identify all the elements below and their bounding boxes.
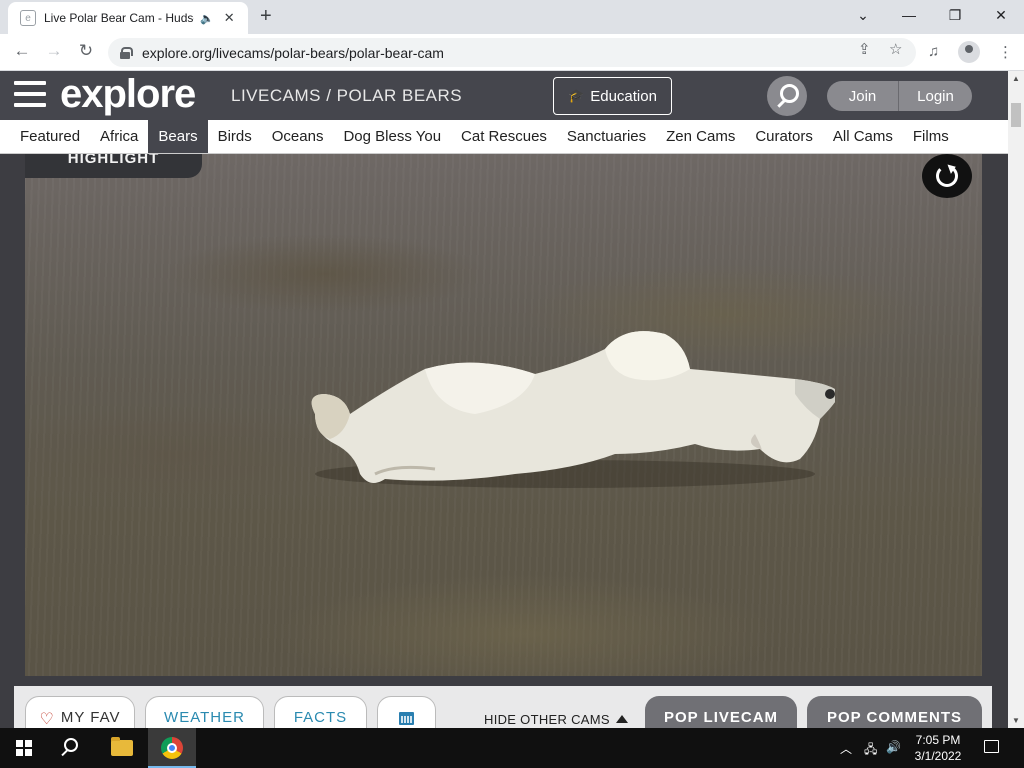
education-button[interactable]: 🎓 Education [553,77,672,115]
category-all-cams[interactable]: All Cams [823,120,903,153]
category-birds[interactable]: Birds [208,120,262,153]
back-icon[interactable]: ← [10,41,34,61]
volume-icon[interactable]: 🔊 [886,740,901,754]
lock-icon[interactable] [120,46,133,59]
star-icon[interactable]: ☆ [889,40,902,58]
explore-logo[interactable]: explore [60,72,196,117]
calendar-button[interactable] [377,696,436,728]
media-icon[interactable]: ♫ [928,43,939,60]
browser-tab[interactable]: e Live Polar Bear Cam - Hudso 🔈 ✕ [8,2,248,34]
web-page: explore LIVECAMS / POLAR BEARS 🎓 Educati… [0,71,1008,728]
category-zen-cams[interactable]: Zen Cams [656,120,745,153]
chrome-icon [161,737,183,759]
profile-icon[interactable] [958,41,980,63]
search-icon[interactable] [767,76,807,116]
site-header: explore LIVECAMS / POLAR BEARS 🎓 Educati… [0,71,1008,120]
taskbar-chrome-button[interactable] [148,728,196,768]
weather-button[interactable]: WEATHER [145,696,264,728]
new-tab-button[interactable]: + [260,6,272,26]
folder-icon[interactable] [111,737,133,756]
graduation-cap-icon: 🎓 [568,88,585,103]
tray-chevron-icon[interactable]: ︿ [840,740,852,757]
category-cat-rescues[interactable]: Cat Rescues [451,120,557,153]
pop-comments-button[interactable]: POP COMMENTS [807,696,982,728]
restore-icon[interactable]: ❐ [932,4,978,26]
tab-title: Live Polar Bear Cam - Hudso [44,11,194,25]
category-curators[interactable]: Curators [745,120,823,153]
triangle-up-icon [615,715,628,723]
menu-icon[interactable]: ⋮ [998,43,1013,61]
url-text[interactable]: explore.org/livecams/polar-bears/polar-b… [142,45,444,61]
category-sanctuaries[interactable]: Sanctuaries [557,120,656,153]
clock-time: 7:05 PM [915,733,961,747]
network-icon[interactable]: 🖧 [864,740,877,761]
scroll-up-icon[interactable]: ▲ [1008,74,1024,83]
my-fav-button[interactable]: ♡ MY FAV [25,696,135,728]
education-label: Education [590,87,657,105]
join-button[interactable]: Join [827,81,899,111]
scroll-thumb[interactable] [1011,103,1021,127]
my-fav-label: MY FAV [60,709,121,726]
browser-tab-strip: e Live Polar Bear Cam - Hudso 🔈 ✕ + ⌄ — … [0,0,1024,34]
login-button[interactable]: Login [899,81,972,111]
address-bar[interactable]: explore.org/livecams/polar-bears/polar-b… [108,38,916,67]
audio-icon[interactable]: 🔈 [200,12,214,25]
hide-other-cams-label: HIDE OTHER CAMS [484,712,610,727]
reload-icon[interactable]: ↻ [74,41,98,61]
category-oceans[interactable]: Oceans [262,120,334,153]
highlight-badge[interactable]: HIGHLIGHT [25,154,202,178]
pop-livecam-button[interactable]: POP LIVECAM [645,696,797,728]
windows-taskbar: ︿ 🖧 🔊 7:05 PM 3/1/2022 [0,728,1024,768]
category-africa[interactable]: Africa [90,120,148,153]
hide-other-cams-toggle[interactable]: HIDE OTHER CAMS [484,712,628,727]
page-scrollbar[interactable]: ▲ ▼ [1008,71,1024,728]
polar-bear-image [311,331,835,488]
category-nav: Featured Africa Bears Birds Oceans Dog Bless … [0,120,1008,154]
forward-icon[interactable]: → [42,41,66,61]
share-icon[interactable]: ⇪ [858,40,871,58]
breadcrumb: LIVECAMS / POLAR BEARS [231,86,463,105]
facts-button[interactable]: FACTS [274,696,367,728]
minimize-icon[interactable]: — [886,4,932,26]
livecam-video[interactable]: HIGHLIGHT [25,154,982,676]
auth-buttons: Join Login [827,81,972,111]
chevron-down-icon[interactable]: ⌄ [840,4,886,26]
taskbar-search-icon[interactable] [64,738,78,752]
notification-icon[interactable] [984,740,999,753]
browser-toolbar: ← → ↻ explore.org/livecams/polar-bears/p… [0,34,1024,71]
refresh-icon[interactable] [922,154,972,198]
chrome-favicon: e [20,10,36,26]
category-films[interactable]: Films [903,120,959,153]
calendar-icon [399,712,414,725]
cam-controls: ♡ MY FAV WEATHER FACTS HIDE OTHER CAMS P… [14,686,992,728]
window-close-icon[interactable]: ✕ [978,4,1024,26]
close-icon[interactable]: ✕ [224,10,235,26]
category-bears[interactable]: Bears [148,120,208,153]
category-featured[interactable]: Featured [10,120,90,153]
clock-date: 3/1/2022 [914,749,962,763]
hamburger-icon[interactable] [14,81,46,111]
category-dog-bless-you[interactable]: Dog Bless You [333,120,451,153]
scroll-down-icon[interactable]: ▼ [1008,716,1024,725]
taskbar-clock[interactable]: 7:05 PM 3/1/2022 [906,732,970,764]
heart-icon: ♡ [39,711,55,728]
windows-icon[interactable] [16,740,32,756]
